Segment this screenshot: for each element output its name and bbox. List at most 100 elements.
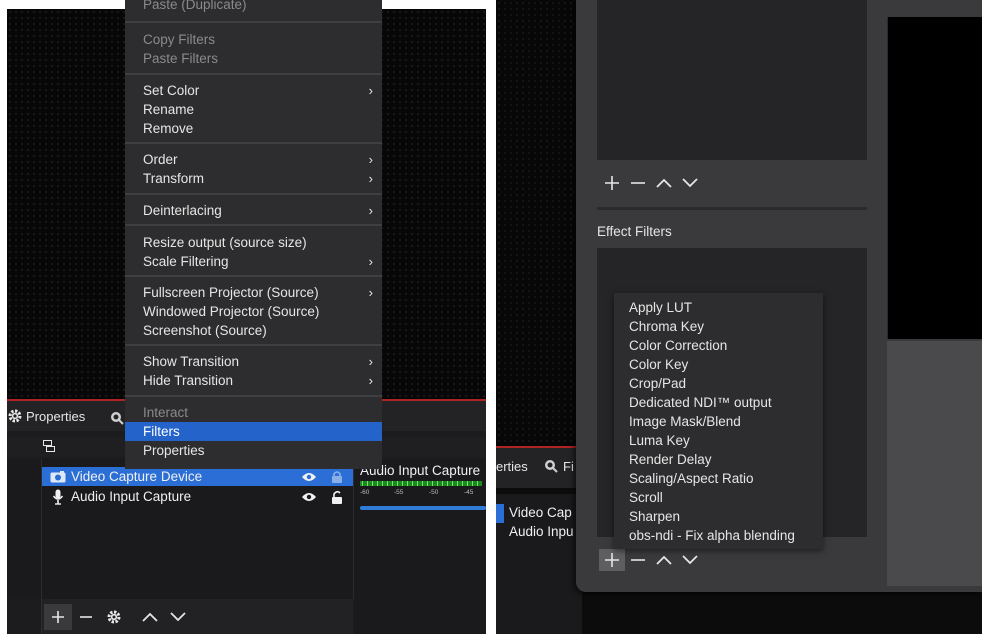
meter-graduation <box>362 481 363 486</box>
menu-item-label: Rename <box>143 102 195 117</box>
menu-item-properties[interactable]: Properties <box>125 441 382 460</box>
meter-graduation <box>447 481 448 486</box>
volume-slider[interactable] <box>360 506 486 510</box>
menu-item-label: Fullscreen Projector (Source) <box>143 285 319 300</box>
move-filter-down-button[interactable] <box>677 172 703 194</box>
background-filters-tab[interactable]: Fi <box>563 459 574 474</box>
menu-item-scale-filtering[interactable]: Scale Filtering › <box>125 252 382 271</box>
filter-option-ndi-output[interactable]: Dedicated NDI™ output <box>614 393 823 412</box>
source-label: Audio Input Capture <box>71 489 192 504</box>
chevron-right-icon: › <box>368 203 373 218</box>
move-filter-up-button[interactable] <box>651 172 677 194</box>
chevron-up-icon <box>656 178 672 188</box>
menu-item-label: Paste Filters <box>143 51 219 66</box>
move-source-up-button[interactable] <box>136 604 164 630</box>
menu-item-show-transition[interactable]: Show Transition › <box>125 352 382 371</box>
source-properties-button[interactable] <box>100 604 128 630</box>
move-source-down-button[interactable] <box>164 604 192 630</box>
filter-option-label: Image Mask/Blend <box>629 414 741 429</box>
filter-option-color-key[interactable]: Color Key <box>614 355 823 374</box>
eye-icon[interactable] <box>297 472 321 482</box>
move-effect-filter-down-button[interactable] <box>677 549 703 571</box>
remove-source-button[interactable] <box>72 604 100 630</box>
move-effect-filter-up-button[interactable] <box>651 549 677 571</box>
sources-gutter <box>7 459 42 634</box>
menu-item-label: Filters <box>143 424 180 439</box>
filter-icon[interactable] <box>544 459 558 473</box>
lock-icon[interactable] <box>321 470 353 483</box>
meter-graduation <box>412 481 413 486</box>
menu-item-set-color[interactable]: Set Color › <box>125 81 382 100</box>
volume-meter <box>360 481 482 486</box>
scene-icon <box>43 440 55 452</box>
background-source-label[interactable]: Audio Inpu <box>509 524 574 539</box>
filter-option-crop-pad[interactable]: Crop/Pad <box>614 374 823 393</box>
chevron-right-icon: › <box>368 171 373 186</box>
menu-item-interact[interactable]: Interact <box>125 403 382 422</box>
plus-icon <box>52 610 64 623</box>
menu-item-windowed-projector[interactable]: Windowed Projector (Source) <box>125 302 382 321</box>
menu-item-order[interactable]: Order › <box>125 150 382 169</box>
add-effect-filter-button[interactable] <box>599 549 625 571</box>
menu-item-label: Properties <box>143 443 205 458</box>
meter-graduation <box>367 481 368 486</box>
filter-option-label: Apply LUT <box>629 300 693 315</box>
meter-graduation <box>437 481 438 486</box>
menu-item-paste-filters[interactable]: Paste Filters <box>125 49 382 68</box>
menu-item-transform[interactable]: Transform › <box>125 169 382 188</box>
background-properties-tab[interactable]: erties <box>496 459 528 474</box>
filter-option-render-delay[interactable]: Render Delay <box>614 450 823 469</box>
filter-option-luma-key[interactable]: Luma Key <box>614 431 823 450</box>
remove-effect-filter-button[interactable] <box>625 549 651 571</box>
menu-item-fullscreen-projector[interactable]: Fullscreen Projector (Source) › <box>125 283 382 302</box>
menu-item-remove[interactable]: Remove <box>125 119 382 138</box>
add-source-button[interactable] <box>44 603 72 630</box>
menu-item-paste-duplicate[interactable]: Paste (Duplicate) <box>125 0 382 19</box>
source-row-audio-input[interactable]: Audio Input Capture <box>42 487 353 506</box>
menu-item-filters[interactable]: Filters <box>125 422 382 441</box>
meter-graduation <box>417 481 418 486</box>
plus-icon <box>605 176 619 190</box>
add-filter-button[interactable] <box>599 172 625 194</box>
chevron-down-icon <box>682 555 698 565</box>
background-source-label[interactable]: Video Cap <box>509 505 572 520</box>
menu-item-label: Scale Filtering <box>143 254 229 269</box>
gear-icon <box>107 610 121 623</box>
filter-option-label: Color Correction <box>629 338 728 353</box>
filter-icon[interactable] <box>110 411 124 425</box>
menu-item-rename[interactable]: Rename <box>125 100 382 119</box>
chevron-right-icon: › <box>368 254 373 269</box>
menu-separator <box>125 224 382 226</box>
filter-option-scroll[interactable]: Scroll <box>614 488 823 507</box>
meter-graduation <box>457 481 458 486</box>
chevron-down-icon <box>682 178 698 188</box>
source-row-video-capture[interactable]: Video Capture Device <box>42 467 353 486</box>
filter-option-color-correction[interactable]: Color Correction <box>614 336 823 355</box>
menu-item-copy-filters[interactable]: Copy Filters <box>125 30 382 49</box>
meter-tick: -60 <box>360 489 370 496</box>
menu-item-deinterlacing[interactable]: Deinterlacing › <box>125 201 382 220</box>
menu-item-screenshot[interactable]: Screenshot (Source) <box>125 321 382 340</box>
lock-icon[interactable] <box>321 490 353 504</box>
properties-tab-label: Properties <box>26 408 86 424</box>
audio-video-filters-list[interactable] <box>597 0 867 160</box>
meter-graduation <box>472 481 473 486</box>
filter-option-chroma-key[interactable]: Chroma Key <box>614 317 823 336</box>
filter-option-label: Scaling/Aspect Ratio <box>629 471 754 486</box>
effect-filters-toolbar <box>599 549 703 571</box>
properties-tab[interactable]: Properties <box>7 406 85 426</box>
menu-item-label: Set Color <box>143 83 200 98</box>
meter-graduation <box>392 481 393 486</box>
menu-separator <box>125 142 382 144</box>
filter-option-sharpen[interactable]: Sharpen <box>614 507 823 526</box>
filter-option-image-mask-blend[interactable]: Image Mask/Blend <box>614 412 823 431</box>
menu-item-hide-transition[interactable]: Hide Transition › <box>125 371 382 390</box>
minus-icon <box>80 615 92 618</box>
filter-option-scaling-aspect-ratio[interactable]: Scaling/Aspect Ratio <box>614 469 823 488</box>
meter-graduation <box>467 481 468 486</box>
remove-filter-button[interactable] <box>625 172 651 194</box>
filter-option-obs-ndi-fix-alpha[interactable]: obs-ndi - Fix alpha blending <box>614 526 823 545</box>
eye-icon[interactable] <box>297 492 321 502</box>
menu-item-resize-output[interactable]: Resize output (source size) <box>125 233 382 252</box>
filter-option-apply-lut[interactable]: Apply LUT <box>614 298 823 317</box>
